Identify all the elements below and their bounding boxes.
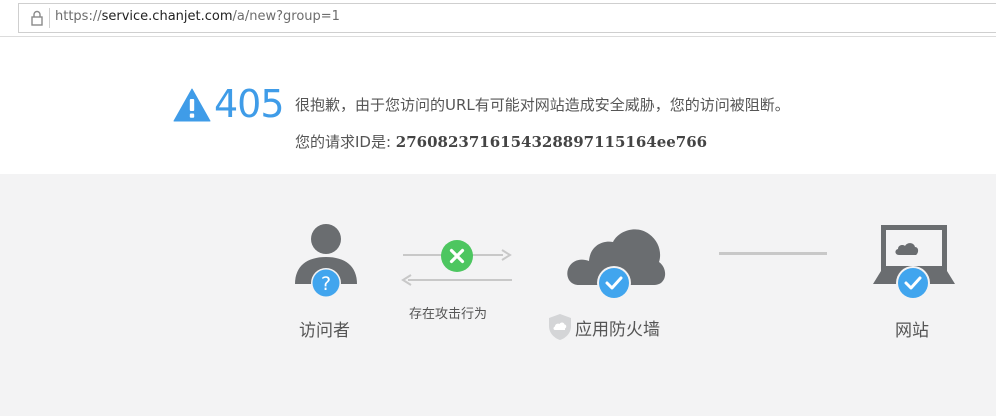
visitor-icon: ? <box>295 224 357 298</box>
diagram-area <box>0 174 996 416</box>
warning-icon <box>173 88 211 122</box>
request-id-line: 您的请求ID是: 276082371615432889711​5164ee766 <box>295 131 707 152</box>
url-separator <box>49 8 50 28</box>
url-field[interactable]: https://service.chanjet.com/a/new?group=… <box>18 3 996 33</box>
error-code: 405 <box>214 82 285 126</box>
browser-address-bar: https://service.chanjet.com/a/new?group=… <box>0 0 996 37</box>
connection-line <box>719 252 827 255</box>
request-id-value: 276082371615432889711​5164ee766 <box>395 133 708 151</box>
request-id-label: 您的请求ID是: <box>295 133 396 151</box>
attack-label: 存在攻击行为 <box>409 307 488 322</box>
visitor-label: 访问者 <box>299 321 350 341</box>
website-laptop-icon <box>873 225 955 300</box>
response-arrow <box>408 279 512 281</box>
firewall-label: 应用防火墙 <box>575 320 660 340</box>
shield-cloud-icon <box>549 314 571 340</box>
arrow-right-icon <box>501 249 512 261</box>
cloud-firewall-icon <box>567 229 666 300</box>
svg-text:?: ? <box>321 273 331 295</box>
lock-icon <box>31 10 43 26</box>
arrow-left-icon <box>401 274 412 286</box>
blocked-icon <box>441 240 473 272</box>
error-message: 很抱歉，由于您访问的URL有可能对网站造成安全威胁，您的访问被阻断。 <box>295 96 790 114</box>
url-text[interactable]: https://service.chanjet.com/a/new?group=… <box>55 9 340 24</box>
website-label: 网站 <box>895 321 929 341</box>
